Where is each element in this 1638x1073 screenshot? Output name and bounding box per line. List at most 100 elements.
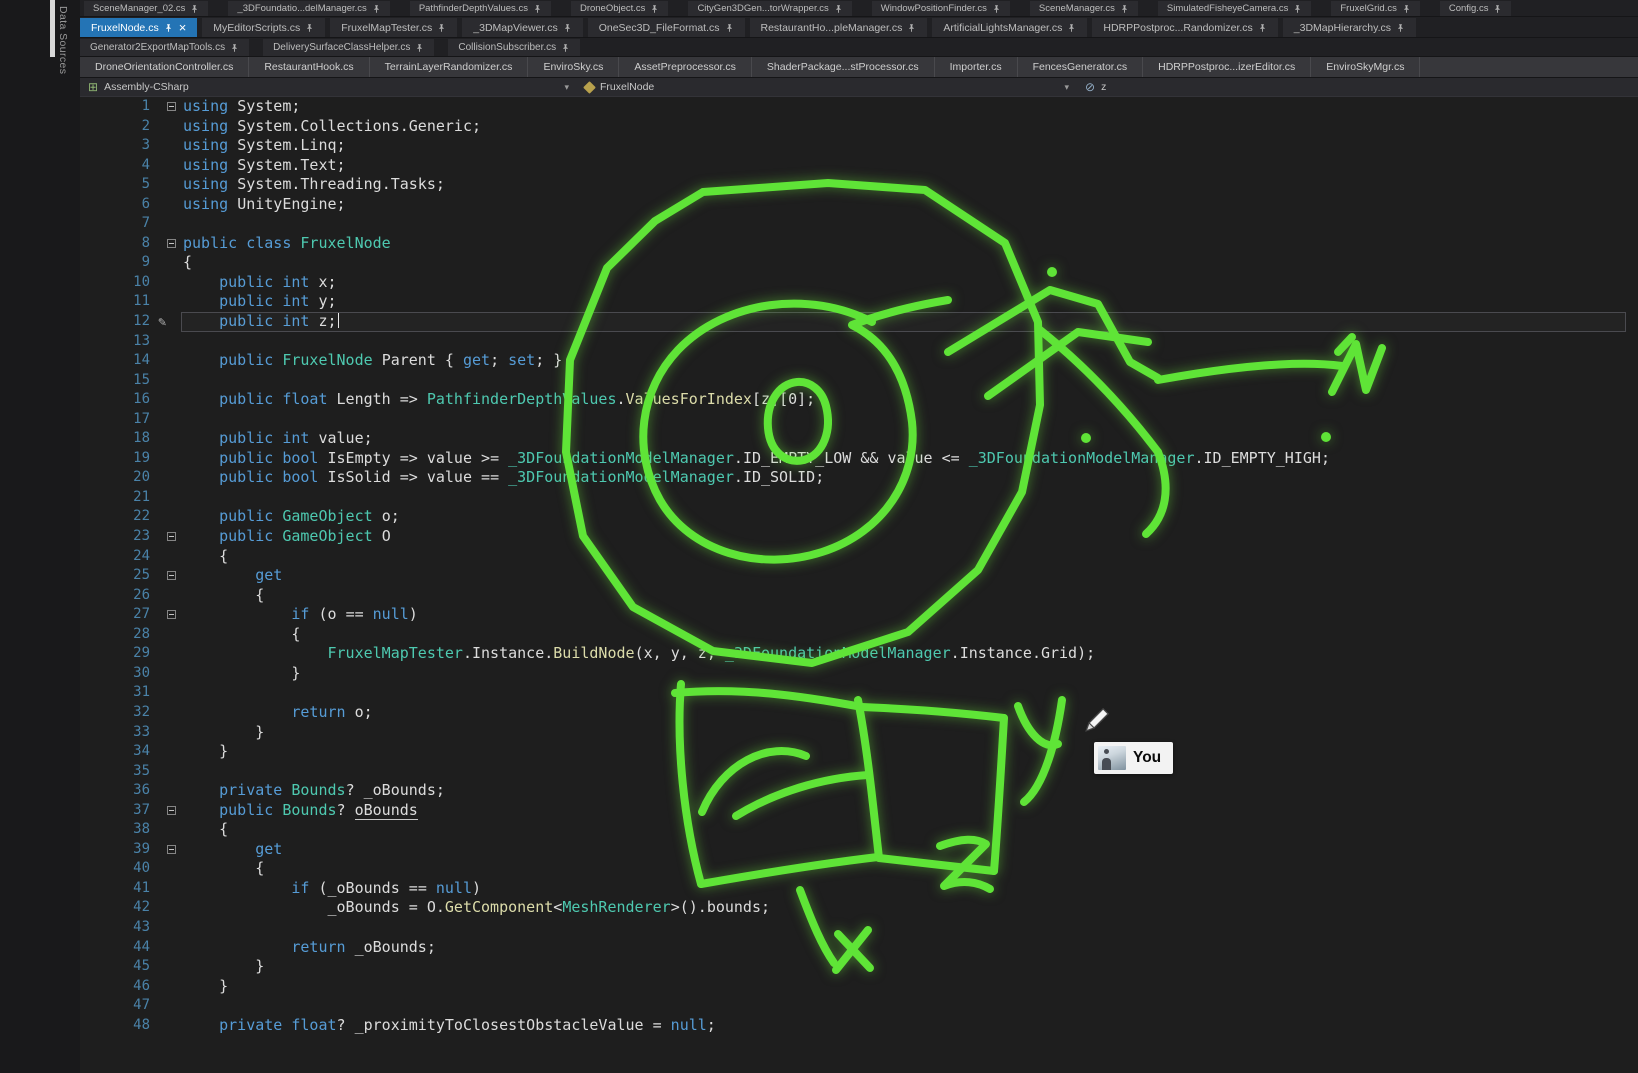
- member-dropdown[interactable]: ⊘ z: [1077, 78, 1638, 96]
- fold-marker[interactable]: [167, 532, 176, 541]
- document-tab[interactable]: DeliverySurfaceClassHelper.cs: [263, 39, 434, 56]
- line-number: 29: [80, 644, 152, 664]
- document-tab[interactable]: AssetPreprocessor.cs: [619, 57, 752, 77]
- code-line[interactable]: 33 }: [80, 723, 1638, 743]
- type-dropdown[interactable]: FruxelNode ▾: [577, 78, 1077, 96]
- data-sources-side-tab[interactable]: Data Sources: [57, 6, 69, 74]
- code-line[interactable]: 40 {: [80, 859, 1638, 879]
- code-line[interactable]: 4using System.Text;: [80, 156, 1638, 176]
- fold-marker[interactable]: [167, 845, 176, 854]
- code-line[interactable]: 41 if (_oBounds == null): [80, 879, 1638, 899]
- document-tab[interactable]: FruxelNode.cs×: [80, 18, 197, 37]
- code-line[interactable]: 2using System.Collections.Generic;: [80, 117, 1638, 137]
- document-tab[interactable]: CityGen3DGen...torWrapper.cs: [688, 1, 851, 16]
- document-tab[interactable]: DroneOrientationController.cs: [80, 57, 249, 77]
- document-tab[interactable]: DroneObject.cs: [571, 1, 668, 16]
- code-line[interactable]: 35: [80, 762, 1638, 782]
- document-tab[interactable]: Generator2ExportMapTools.cs: [80, 39, 249, 56]
- code-line[interactable]: 47: [80, 996, 1638, 1016]
- code-line[interactable]: 25 get: [80, 566, 1638, 586]
- code-line[interactable]: 30 }: [80, 664, 1638, 684]
- code-line[interactable]: 21: [80, 488, 1638, 508]
- code-line[interactable]: 32 return o;: [80, 703, 1638, 723]
- code-line[interactable]: 28 {: [80, 625, 1638, 645]
- code-line[interactable]: 34 }: [80, 742, 1638, 762]
- code-editor[interactable]: 1using System;2using System.Collections.…: [80, 97, 1638, 1073]
- document-tab[interactable]: _3DMapViewer.cs: [462, 18, 582, 37]
- document-tab[interactable]: RestaurantHo...pleManager.cs: [750, 18, 928, 37]
- document-tab[interactable]: CollisionSubscriber.cs: [448, 39, 580, 56]
- document-tab[interactable]: ArtificialLightsManager.cs: [932, 18, 1087, 37]
- document-tab[interactable]: _3DMapHierarchy.cs: [1283, 18, 1416, 37]
- document-tab[interactable]: FruxelMapTester.cs: [330, 18, 457, 37]
- code-line[interactable]: 37 public Bounds? oBounds: [80, 801, 1638, 821]
- document-tab[interactable]: Config.cs: [1440, 1, 1512, 16]
- close-icon[interactable]: ×: [179, 21, 187, 34]
- code-line[interactable]: 10 public int x;: [80, 273, 1638, 293]
- code-line[interactable]: 20 public bool IsSolid => value == _3DFo…: [80, 468, 1638, 488]
- code-line[interactable]: 7: [80, 214, 1638, 234]
- code-line[interactable]: 16 public float Length => PathfinderDept…: [80, 390, 1638, 410]
- document-tab[interactable]: OneSec3D_FileFormat.cs: [588, 18, 745, 37]
- chevron-down-icon[interactable]: ▾: [564, 82, 569, 93]
- document-tab[interactable]: FruxelGrid.cs: [1331, 1, 1419, 16]
- code-line[interactable]: 38 {: [80, 820, 1638, 840]
- document-tab[interactable]: PathfinderDepthValues.cs: [410, 1, 551, 16]
- code-line[interactable]: 29 FruxelMapTester.Instance.BuildNode(x,…: [80, 644, 1638, 664]
- code-line[interactable]: 31: [80, 683, 1638, 703]
- fold-marker[interactable]: [167, 239, 176, 248]
- line-number: 13: [80, 332, 152, 352]
- code-line[interactable]: 14 public FruxelNode Parent { get; set; …: [80, 351, 1638, 371]
- document-tab[interactable]: _3DFoundatio...delManager.cs: [228, 1, 389, 16]
- code-line[interactable]: 6using UnityEngine;: [80, 195, 1638, 215]
- code-line[interactable]: 13: [80, 332, 1638, 352]
- code-line[interactable]: 12✎ public int z;: [80, 312, 1638, 332]
- code-line[interactable]: 19 public bool IsEmpty => value >= _3DFo…: [80, 449, 1638, 469]
- code-line[interactable]: 1using System;: [80, 97, 1638, 117]
- code-line[interactable]: 46 }: [80, 977, 1638, 997]
- document-tab[interactable]: SceneManager_02.cs: [84, 1, 208, 16]
- tab-label: PathfinderDepthValues.cs: [419, 3, 528, 14]
- code-line[interactable]: 44 return _oBounds;: [80, 938, 1638, 958]
- code-line[interactable]: 11 public int y;: [80, 292, 1638, 312]
- code-line[interactable]: 8public class FruxelNode: [80, 234, 1638, 254]
- document-tab[interactable]: ShaderPackage...stProcessor.cs: [752, 57, 935, 77]
- chevron-down-icon[interactable]: ▾: [1064, 82, 1069, 93]
- document-tab[interactable]: EnviroSkyMgr.cs: [1311, 57, 1420, 77]
- code-line[interactable]: 22 public GameObject o;: [80, 507, 1638, 527]
- code-line[interactable]: 15: [80, 371, 1638, 391]
- code-line[interactable]: 9{: [80, 253, 1638, 273]
- project-dropdown[interactable]: ⊞ Assembly-CSharp ▾: [80, 78, 577, 96]
- document-tab[interactable]: SimulatedFisheyeCamera.cs: [1158, 1, 1311, 16]
- code-line[interactable]: 3using System.Linq;: [80, 136, 1638, 156]
- code-line[interactable]: 36 private Bounds? _oBounds;: [80, 781, 1638, 801]
- fold-marker[interactable]: [167, 571, 176, 580]
- line-number: 24: [80, 547, 152, 567]
- document-tab[interactable]: SceneManager.cs: [1030, 1, 1138, 16]
- code-line[interactable]: 43: [80, 918, 1638, 938]
- code-line[interactable]: 23 public GameObject O: [80, 527, 1638, 547]
- code-line[interactable]: 17: [80, 410, 1638, 430]
- code-line[interactable]: 48 private float? _proximityToClosestObs…: [80, 1016, 1638, 1036]
- fold-marker[interactable]: [167, 610, 176, 619]
- document-tab[interactable]: Importer.cs: [935, 57, 1018, 77]
- fold-marker[interactable]: [167, 102, 176, 111]
- document-tab[interactable]: HDRPPostproc...izerEditor.cs: [1143, 57, 1311, 77]
- fold-marker[interactable]: [167, 806, 176, 815]
- code-line[interactable]: 5using System.Threading.Tasks;: [80, 175, 1638, 195]
- code-line[interactable]: 27 if (o == null): [80, 605, 1638, 625]
- document-tab[interactable]: MyEditorScripts.cs: [202, 18, 325, 37]
- code-line[interactable]: 42 _oBounds = O.GetComponent<MeshRendere…: [80, 898, 1638, 918]
- document-tab[interactable]: FencesGenerator.cs: [1018, 57, 1144, 77]
- document-tab[interactable]: HDRPPostproc...Randomizer.cs: [1092, 18, 1277, 37]
- code-line[interactable]: 39 get: [80, 840, 1638, 860]
- document-tab[interactable]: TerrainLayerRandomizer.cs: [370, 57, 529, 77]
- document-tab[interactable]: RestaurantHook.cs: [249, 57, 369, 77]
- fold-margin: [152, 879, 183, 899]
- document-tab[interactable]: EnviroSky.cs: [528, 57, 619, 77]
- code-line[interactable]: 18 public int value;: [80, 429, 1638, 449]
- code-line[interactable]: 45 }: [80, 957, 1638, 977]
- code-line[interactable]: 24 {: [80, 547, 1638, 567]
- code-line[interactable]: 26 {: [80, 586, 1638, 606]
- document-tab[interactable]: WindowPositionFinder.cs: [872, 1, 1010, 16]
